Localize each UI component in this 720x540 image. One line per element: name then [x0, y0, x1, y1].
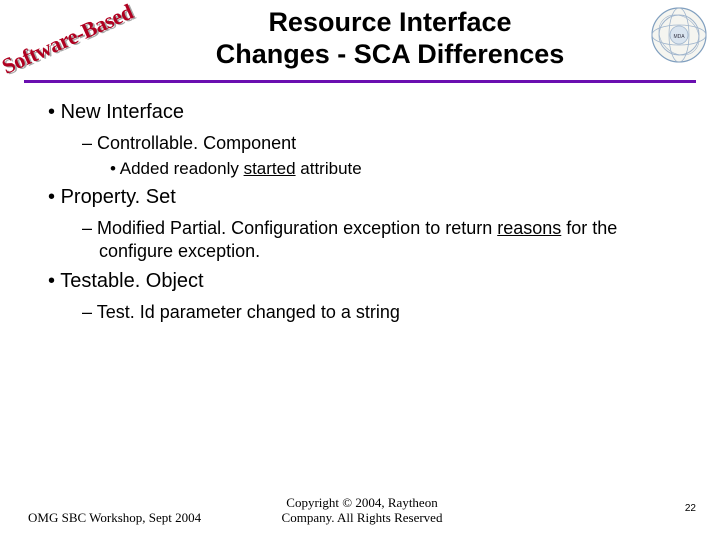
slide-title: Resource Interface Changes - SCA Differe…	[140, 6, 640, 71]
slide: Software-Based Software-Based Resource I…	[0, 0, 720, 540]
slide-header: Software-Based Software-Based Resource I…	[0, 0, 720, 80]
badge-shadow: Software-Based	[0, 0, 139, 81]
text-fragment: attribute	[296, 159, 362, 178]
bullet-started-attribute: Added readonly started attribute	[110, 158, 684, 180]
bullet-controllable-component: Controllable. Component	[82, 132, 684, 155]
software-based-badge: Software-Based Software-Based	[2, 0, 122, 86]
bullet-testid-string: Test. Id parameter changed to a string	[82, 301, 684, 324]
title-line-2: Changes - SCA Differences	[216, 39, 565, 69]
text-fragment: Added readonly	[120, 159, 244, 178]
underline-started: started	[244, 159, 296, 178]
omg-mda-logo-icon: MDA	[650, 6, 708, 64]
bullet-testable-object: Testable. Object	[48, 269, 684, 295]
header-divider	[24, 80, 696, 83]
footer-center: Copyright © 2004, Raytheon Company. All …	[28, 495, 696, 526]
page-number: 22	[685, 503, 696, 514]
bullet-new-interface: New Interface	[48, 100, 684, 126]
bullet-property-set: Property. Set	[48, 185, 684, 211]
text-fragment: Modified Partial. Configuration exceptio…	[97, 218, 497, 238]
underline-reasons: reasons	[497, 218, 561, 238]
slide-body: New Interface Controllable. Component Ad…	[48, 96, 684, 327]
title-line-1: Resource Interface	[268, 7, 511, 37]
badge-text: Software-Based	[0, 0, 137, 80]
bullet-partial-configuration: Modified Partial. Configuration exceptio…	[82, 217, 684, 263]
svg-text:MDA: MDA	[673, 34, 685, 40]
copyright-line-2: Company. All Rights Reserved	[282, 510, 443, 525]
copyright-line-1: Copyright © 2004, Raytheon	[286, 495, 437, 510]
